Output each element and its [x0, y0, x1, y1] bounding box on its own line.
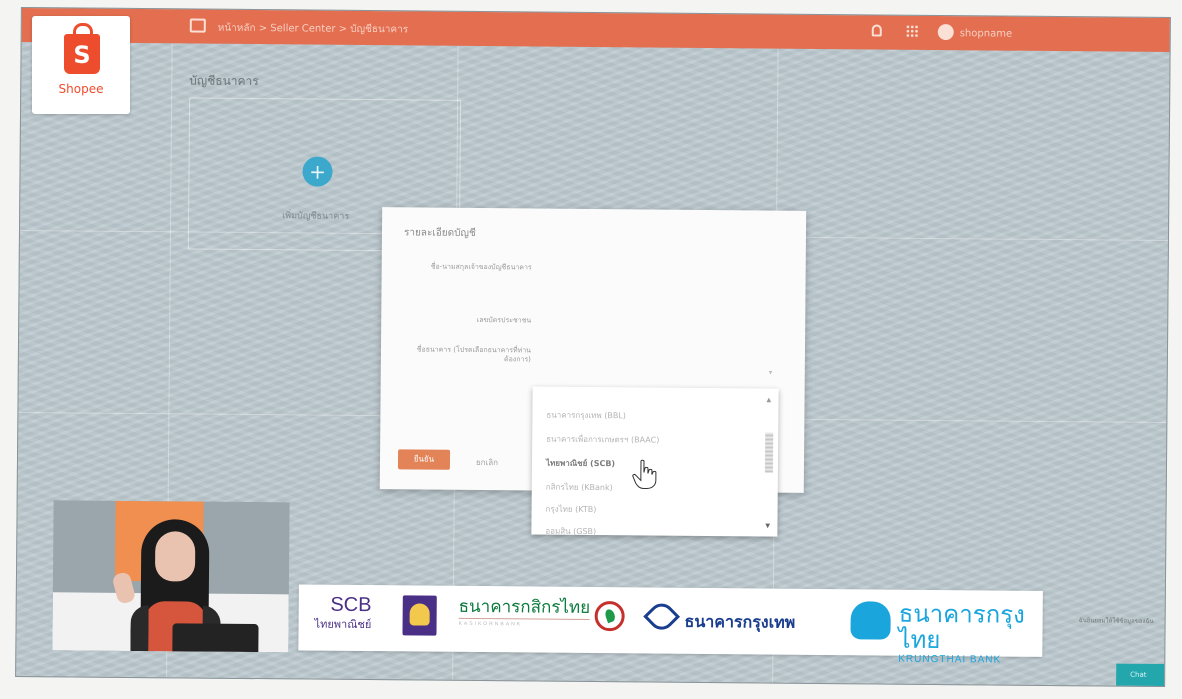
chat-button[interactable]: Chat — [1116, 663, 1165, 686]
dropdown-option[interactable]: ธนาคารเพื่อการเกษตรฯ (BAAC) — [546, 433, 659, 447]
laptop — [172, 623, 259, 653]
kbank-logo-icon — [594, 601, 625, 632]
id-number-label: เลขบัตรประชาชน — [476, 315, 532, 325]
presenter-face — [154, 531, 196, 582]
kbank-name-en: KASIKORNBANK — [458, 617, 591, 628]
breadcrumb[interactable]: หน้าหลัก > Seller Center > บัญชีธนาคาร — [218, 21, 408, 38]
dropdown-option[interactable]: ออมสิน (GSB) — [545, 525, 596, 538]
bbl-logo-icon — [643, 598, 681, 635]
bank-select-label: ชื่อธนาคาร (โปรดเลือกธนาคารที่ท่านต้องกา… — [416, 345, 532, 364]
scroll-down-arrow-icon[interactable]: ▼ — [765, 523, 770, 530]
scb-name-en: SCB — [330, 593, 372, 617]
cancel-button[interactable]: ยกเลิก — [476, 456, 498, 469]
apps-grid-icon[interactable] — [905, 24, 919, 38]
user-avatar[interactable] — [937, 23, 954, 41]
scrollbar-thumb[interactable] — [764, 432, 774, 473]
page-title: บัญชีธนาคาร — [189, 73, 259, 89]
modal-title: รายละเอียดบัญชี — [403, 227, 476, 239]
ktb-logo-icon — [850, 601, 891, 640]
kbank-name-th: ธนาคารกสิกรไทย — [458, 596, 591, 617]
dropdown-option[interactable]: กสิกรไทย (KBank) — [546, 481, 613, 495]
scb-name-th: ไทยพาณิชย์ — [314, 618, 372, 632]
account-name-label: ชื่อ-นามสกุลเจ้าของบัญชีธนาคาร — [430, 262, 532, 272]
kbank-logo-text: ธนาคารกสิกรไทย KASIKORNBANK — [458, 596, 591, 628]
dropdown-option[interactable]: ธนาคารกรุงเทพ (BBL) — [546, 409, 626, 423]
hand-pointer-cursor-icon — [632, 459, 657, 489]
dropdown-option-selected[interactable]: ไทยพาณิชย์ (SCB) — [546, 457, 615, 471]
dropdown-option[interactable]: กรุงไทย (KTB) — [546, 503, 597, 516]
shopee-bag-icon: S — [64, 34, 100, 74]
consent-text: ฉันยินยอมให้ใช้ข้อมูลของฉัน — [1078, 617, 1154, 625]
bank-logo-banner: SCB ไทยพาณิชย์ ธนาคารกสิกรไทย KASIKORNBA… — [298, 584, 1043, 666]
scroll-up-arrow-icon[interactable]: ▲ — [767, 397, 772, 404]
add-bank-label[interactable]: เพิ่มบัญชีธนาคาร — [282, 208, 349, 223]
bank-select-caret-icon[interactable]: ▾ — [769, 369, 773, 377]
screen-frame: หน้าหลัก > Seller Center > บัญชีธนาคาร s… — [15, 6, 1171, 688]
username-label[interactable]: shopname — [960, 28, 1012, 39]
ktb-logo-text: ธนาคารกรุงไทย KRUNGTHAI BANK — [898, 600, 1043, 666]
shopee-wordmark: Shopee — [58, 82, 104, 96]
bbl-name-th: ธนาคารกรุงเทพ — [684, 613, 796, 632]
shop-icon[interactable] — [189, 18, 206, 33]
notification-bell-icon[interactable] — [871, 24, 882, 37]
presenter-webcam — [52, 500, 290, 653]
dropdown-scrollbar[interactable]: ▲ ▼ — [763, 396, 774, 530]
scb-logo-icon — [402, 595, 437, 636]
confirm-button[interactable]: ยืนยัน — [397, 449, 451, 470]
scb-logo-text: SCB ไทยพาณิชย์ — [314, 593, 372, 633]
ktb-name-th: ธนาคารกรุงไทย — [898, 600, 1025, 655]
add-bank-button[interactable]: + — [302, 156, 333, 187]
shopee-logo: S Shopee — [32, 16, 130, 114]
ktb-name-en: KRUNGTHAI BANK — [898, 653, 1002, 666]
